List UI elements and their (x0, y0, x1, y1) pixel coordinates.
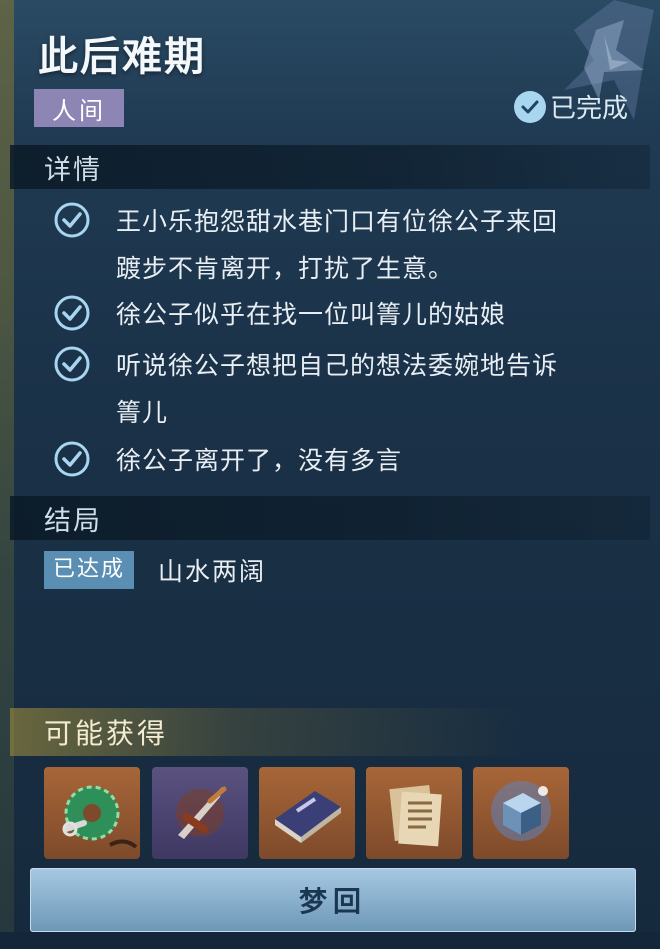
detail-text-line: 听说徐公子想把自己的想法委婉地告诉 (116, 351, 559, 380)
reward-item-jade-pendant[interactable] (44, 767, 140, 859)
reward-item-book[interactable] (259, 767, 355, 859)
left-edge-glow (0, 0, 14, 949)
book-icon (275, 791, 341, 843)
dream-return-button[interactable]: 梦回 (30, 868, 636, 932)
detail-item-1: 王小乐抱怨甜水巷门口有位徐公子来回 踱步不肯离开，打扰了生意。 (52, 198, 642, 292)
outcome-row: 已达成 山水两阔 (44, 551, 266, 589)
details-header-label: 详情 (44, 154, 102, 186)
detail-item-3: 听说徐公子想把自己的想法委婉地告诉 箐儿 (52, 342, 642, 436)
detail-text-line: 徐公子似乎在找一位叫箐儿的姑娘 (116, 300, 507, 329)
category-tag: 人间 (34, 89, 124, 127)
detail-text-line: 王小乐抱怨甜水巷门口有位徐公子来回 (116, 207, 559, 236)
jade-pendant-icon (62, 785, 138, 849)
achieved-badge: 已达成 (44, 551, 135, 589)
status-badge: 已完成 (513, 88, 628, 125)
details-header: 详情 (10, 145, 650, 189)
status-text: 已完成 (549, 94, 628, 124)
outcome-header-label: 结局 (44, 505, 102, 537)
check-circle-icon (54, 295, 90, 331)
reward-item-crystal-cube[interactable] (473, 767, 569, 859)
outcome-header: 结局 (10, 496, 650, 540)
quest-panel: 此后难期 人间 已完成 详情 王小乐抱怨甜水巷门口有位徐公子来回 踱步不肯离开，… (0, 0, 660, 949)
check-circle-icon (54, 202, 90, 238)
reward-item-dagger[interactable] (152, 767, 248, 859)
check-circle-icon (54, 346, 90, 382)
dagger-icon (176, 786, 227, 839)
reward-item-document[interactable] (366, 767, 462, 859)
crystal-cube-icon (491, 781, 551, 841)
completed-check-icon (513, 90, 546, 123)
document-icon (389, 785, 442, 847)
detail-item-2: 徐公子似乎在找一位叫箐儿的姑娘 (52, 291, 642, 338)
detail-item-4: 徐公子离开了，没有多言 (52, 437, 642, 484)
rewards-header-label: 可能获得 (44, 717, 169, 750)
dream-return-button-label: 梦回 (298, 885, 367, 918)
outcome-text: 山水两阔 (158, 557, 267, 586)
detail-text-line: 箐儿 (116, 398, 169, 427)
check-circle-icon (54, 441, 90, 477)
detail-text-line: 徐公子离开了，没有多言 (116, 446, 403, 475)
rewards-header: 可能获得 (10, 708, 650, 756)
quest-title: 此后难期 (38, 34, 206, 80)
detail-text-line: 踱步不肯离开，打扰了生意。 (116, 254, 455, 283)
bottom-strip (0, 932, 660, 949)
